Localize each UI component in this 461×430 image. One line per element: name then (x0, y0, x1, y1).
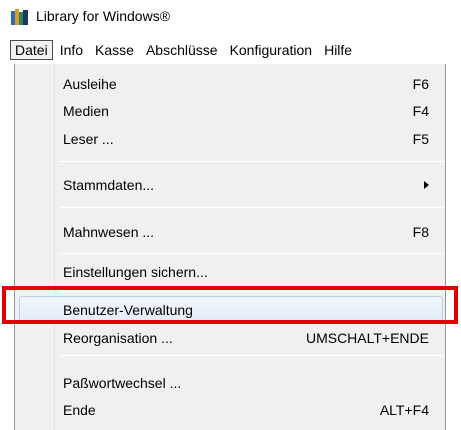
menu-entry-label: Medien (63, 103, 109, 119)
menu-entry-shortcut: UMSCHALT+ENDE (305, 330, 429, 346)
datei-dropdown-menu: Ausleihe F6 Medien F4 Leser ... F5 Stamm… (14, 64, 446, 430)
menu-hilfe[interactable]: Hilfe (319, 40, 357, 60)
menu-entry-passwortwechsel[interactable]: Paßwortwechsel ... (15, 372, 445, 394)
menu-entry-shortcut: F8 (412, 224, 429, 240)
menu-entry-shortcut: F5 (412, 131, 429, 147)
menu-info[interactable]: Info (55, 40, 88, 60)
menu-konfiguration[interactable]: Konfiguration (225, 40, 318, 60)
menu-entry-label: Paßwortwechsel ... (63, 375, 182, 391)
chevron-right-icon (424, 181, 429, 189)
menu-separator (59, 207, 445, 208)
menu-entry-shortcut: ALT+F4 (379, 402, 429, 418)
menu-entry-label: Leser ... (63, 131, 114, 147)
menu-bar: Datei Info Kasse Abschlüsse Konfiguratio… (10, 37, 461, 62)
menu-entry-shortcut: F6 (412, 76, 429, 92)
menu-entry-label: Ausleihe (63, 76, 117, 92)
menu-entry-reorganisation[interactable]: Reorganisation ... UMSCHALT+ENDE (15, 327, 445, 349)
menu-separator (59, 253, 445, 254)
menu-entry-medien[interactable]: Medien F4 (15, 100, 445, 122)
menu-entry-shortcut: F4 (412, 103, 429, 119)
window-title: Library for Windows® (36, 8, 171, 24)
menu-datei[interactable]: Datei (10, 39, 53, 60)
menu-abschluesse[interactable]: Abschlüsse (141, 40, 223, 60)
menu-entry-label: Mahnwesen ... (63, 224, 155, 240)
menu-entry-ausleihe[interactable]: Ausleihe F6 (15, 73, 445, 95)
title-bar: Library for Windows® (0, 0, 461, 32)
highlight-annotation-box (2, 286, 458, 324)
menu-separator (59, 355, 445, 356)
menu-entry-leser[interactable]: Leser ... F5 (15, 128, 445, 150)
menu-entry-einstellungen-sichern[interactable]: Einstellungen sichern... (15, 261, 445, 283)
menu-entry-label: Reorganisation ... (63, 330, 173, 346)
menu-entry-label: Ende (63, 402, 96, 418)
menu-entry-ende[interactable]: Ende ALT+F4 (15, 399, 445, 421)
menu-entry-mahnwesen[interactable]: Mahnwesen ... F8 (15, 221, 445, 243)
menu-entry-label: Einstellungen sichern... (63, 264, 208, 280)
menu-separator (59, 161, 445, 162)
library-books-icon (11, 9, 28, 25)
menu-entry-label: Stammdaten... (63, 177, 155, 193)
menu-kasse[interactable]: Kasse (90, 40, 139, 60)
menu-entry-stammdaten[interactable]: Stammdaten... (15, 174, 445, 196)
